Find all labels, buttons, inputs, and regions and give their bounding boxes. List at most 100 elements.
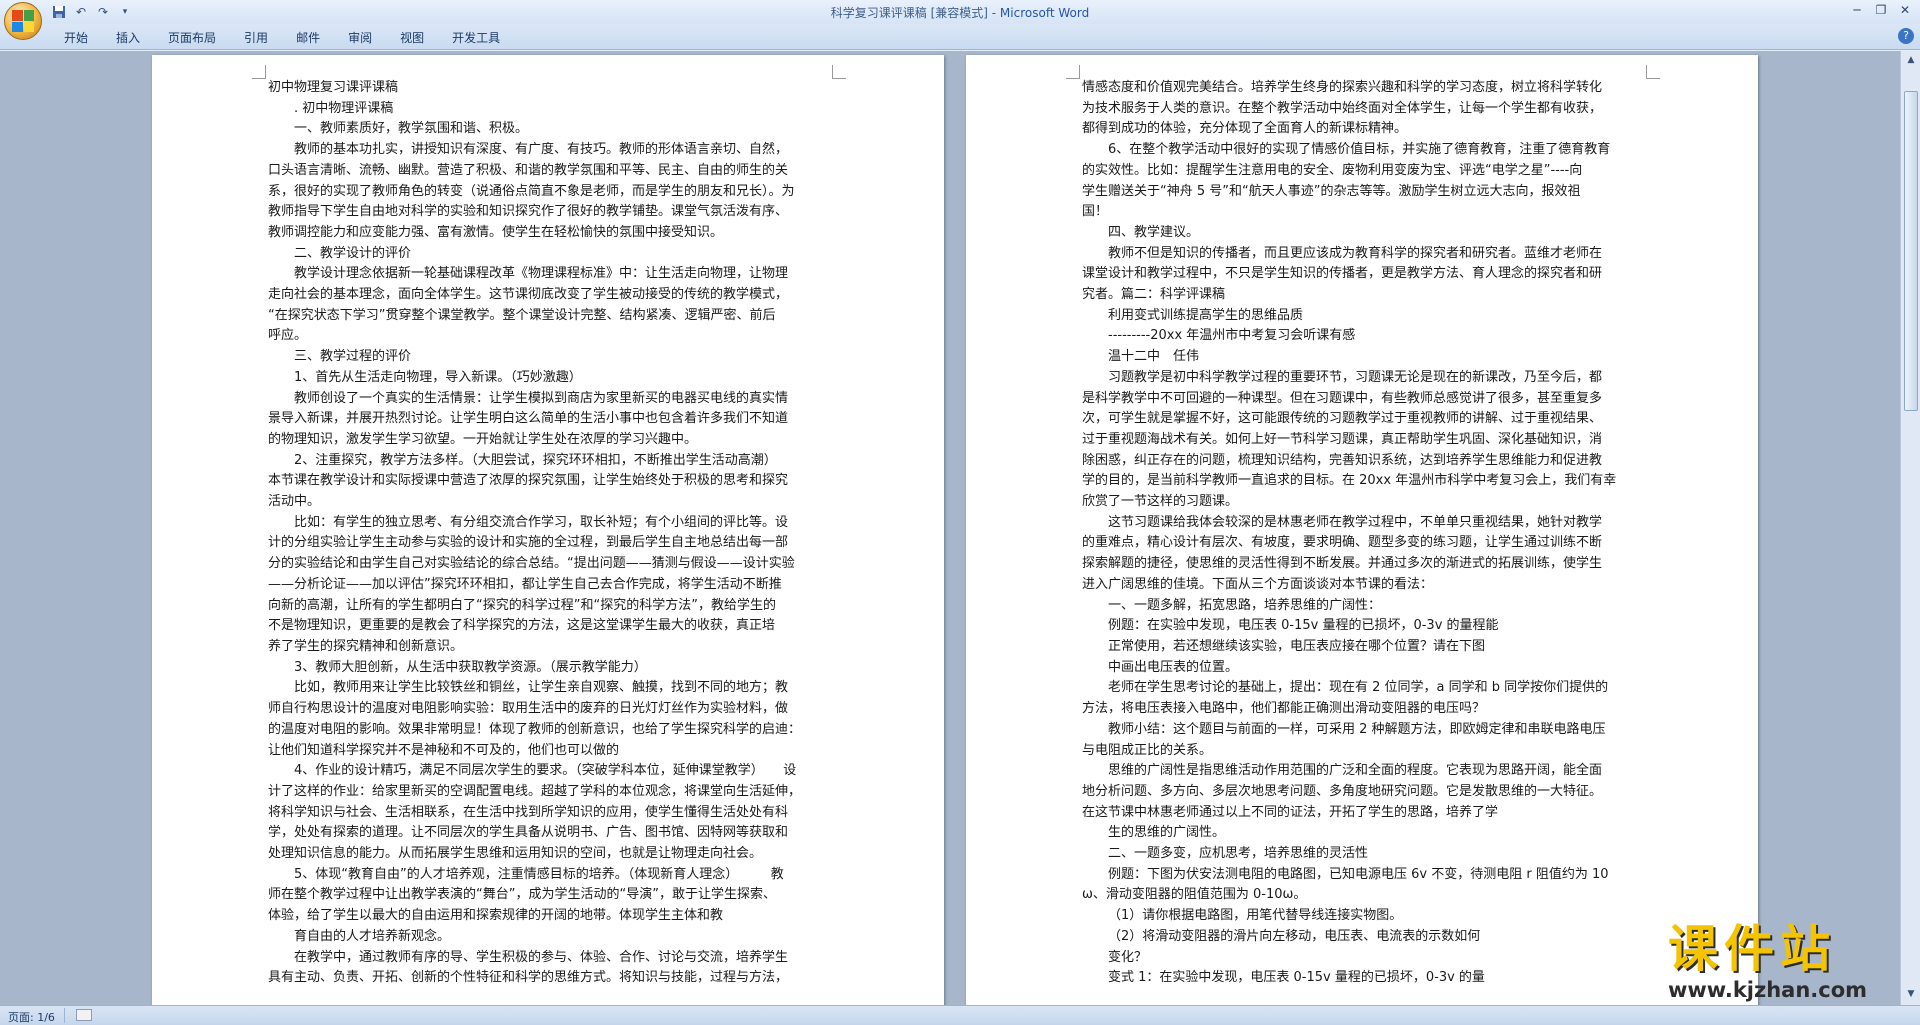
text-line[interactable]: 分的实验结论和由学生自己对实验结论的综合总结。“提出问题——猜测与假设——设计实…	[268, 554, 830, 575]
text-line[interactable]: 一、一题多解，拓宽思路，培养思维的广阔性：	[1082, 596, 1644, 617]
page-text[interactable]: 初中物理复习课评课稿. 初中物理评课稿 一、教师素质好，教学氛围和谐、积极。 教师的…	[268, 78, 830, 989]
text-line[interactable]: 的物理知识，激发学生学习欲望。一开始就让学生处在浓厚的学习兴趣中。	[268, 430, 830, 451]
text-line[interactable]: 3、教师大胆创新，从生活中获取教学资源。（展示教学能力）	[268, 658, 830, 679]
text-line[interactable]: 师在整个教学过程中让出教学表演的“舞台”，成为学生活动的“导演”，敢于让学生探索…	[268, 885, 830, 906]
text-line[interactable]: 比如，教师用来让学生比较铁丝和铜丝，让学生亲自观察、触摸，找到不同的地方；教	[268, 678, 830, 699]
text-line[interactable]: 学，处处有探索的道理。让不同层次的学生具备从说明书、广告、图书馆、因特网等获取和	[268, 823, 830, 844]
text-line[interactable]: 本节课在教学设计和实际授课中营造了浓厚的探究氛围，让学生始终处于积极的思考和探究	[268, 471, 830, 492]
text-line[interactable]: 生的思维的广阔性。	[1082, 823, 1644, 844]
text-line[interactable]: 呼应。	[268, 326, 830, 347]
text-line[interactable]: 教师的基本功扎实，讲授知识有深度、有广度、有技巧。教师的形体语言亲切、自然，	[268, 140, 830, 161]
text-line[interactable]: 都得到成功的体验，充分体现了全面育人的新课标精神。	[1082, 119, 1644, 140]
text-line[interactable]: 例题：下图为伏安法测电阻的电路图，已知电源电压 6v 不变，待测电阻 r 阻值约…	[1082, 865, 1644, 886]
text-line[interactable]: 学的目的，是当前科学教师一直追求的目标。在 20xx 年温州市科学中考复习会上，…	[1082, 471, 1644, 492]
ribbon-tab[interactable]: 审阅	[334, 29, 386, 46]
text-line[interactable]: 育自由的人才培养新观念。	[268, 927, 830, 948]
ribbon-tab[interactable]: 邮件	[282, 29, 334, 46]
text-line[interactable]: 正常使用，若还想继续该实验，电压表应接在哪个位置？请在下图	[1082, 637, 1644, 658]
proofing-icon[interactable]	[76, 1009, 92, 1021]
text-line[interactable]: 景导入新课，并展开热烈讨论。让学生明白这么简单的生活小事中也包含着许多我们不知道	[268, 409, 830, 430]
text-line[interactable]: 习题教学是初中科学教学过程的重要环节，习题课无论是现在的新课改，乃至今后，都	[1082, 368, 1644, 389]
text-line[interactable]: 方法，将电压表接入电路中，他们都能正确测出滑动变阻器的电压吗？	[1082, 699, 1644, 720]
text-line[interactable]: 教学设计理念依据新一轮基础课程改革《物理课程标准》中：让生活走向物理，让物理	[268, 264, 830, 285]
text-line[interactable]: 老师在学生思考讨论的基础上，提出：现在有 2 位同学，a 同学和 b 同学按你们…	[1082, 678, 1644, 699]
text-line[interactable]: 让他们知道科学探究并不是神秘和不可及的，他们也可以做的	[268, 741, 830, 762]
text-line[interactable]: 除困惑，纠正存在的问题，梳理知识结构，完善知识系统，达到培养学生思维能力和促进教	[1082, 451, 1644, 472]
text-line[interactable]: 2、注重探究，教学方法多样。（大胆尝试，探究环环相扣，不断推出学生活动高潮）	[268, 451, 830, 472]
text-line[interactable]: ——分析论证——加以评估”探究环环相扣，都让学生自己去合作完成，将学生活动不断推	[268, 575, 830, 596]
text-line[interactable]: 初中物理复习课评课稿	[268, 78, 830, 99]
text-line[interactable]: 4、作业的设计精巧，满足不同层次学生的要求。（突破学科本位，延伸课堂教学） 设	[268, 761, 830, 782]
text-line[interactable]: 情感态度和价值观完美结合。培养学生终身的探索兴趣和科学的学习态度，树立将科学转化	[1082, 78, 1644, 99]
text-line[interactable]: （1）请你根据电路图，用笔代替导线连接实物图。	[1082, 906, 1644, 927]
text-line[interactable]: 探索解题的捷径，使思维的灵活性得到不断发展。并通过多次的渐进式的拓展训练，使学生	[1082, 554, 1644, 575]
ribbon-tab[interactable]: 引用	[230, 29, 282, 46]
text-line[interactable]: 中画出电压表的位置。	[1082, 658, 1644, 679]
vertical-scrollbar[interactable]: ▲ ▼	[1900, 51, 1920, 1005]
document-workspace[interactable]: 初中物理复习课评课稿. 初中物理评课稿 一、教师素质好，教学氛围和谐、积极。 教师的…	[0, 51, 1900, 1005]
text-line[interactable]: “在探究状态下学习”贯穿整个课堂教学。整个课堂设计完整、结构紧凑、逻辑严密、前后	[268, 306, 830, 327]
ribbon-tab[interactable]: 插入	[102, 29, 154, 46]
text-line[interactable]: 的重难点，精心设计有层次、有坡度，要求明确、题型多变的练习题，让学生通过训练不断	[1082, 533, 1644, 554]
text-line[interactable]: 教师不但是知识的传播者，而且更应该成为教育科学的探究者和研究者。蓝维才老师在	[1082, 244, 1644, 265]
text-line[interactable]: 温十二中 任伟	[1082, 347, 1644, 368]
text-line[interactable]: 处理知识信息的能力。从而拓展学生思维和运用知识的空间，也就是让物理走向社会。	[268, 844, 830, 865]
text-line[interactable]: 为技术服务于人类的意识。在整个教学活动中始终面对全体学生，让每一个学生都有收获，	[1082, 99, 1644, 120]
text-line[interactable]: . 初中物理评课稿	[268, 99, 830, 120]
text-line[interactable]: 这节习题课给我体会较深的是林惠老师在教学过程中，不单单只重视结果，她针对教学	[1082, 513, 1644, 534]
text-line[interactable]: 比如：有学生的独立思考、有分组交流合作学习，取长补短；有个小组间的评比等。设	[268, 513, 830, 534]
text-line[interactable]: 6、在整个教学活动中很好的实现了情感价值目标，并实施了德育教育，注重了德育教育	[1082, 140, 1644, 161]
ribbon-tab[interactable]: 页面布局	[154, 29, 230, 46]
text-line[interactable]: 的温度对电阻的影响。效果非常明显！体现了教师的创新意识，也给了学生探究科学的启迪…	[268, 720, 830, 741]
document-page[interactable]: 初中物理复习课评课稿. 初中物理评课稿 一、教师素质好，教学氛围和谐、积极。 教师的…	[152, 55, 944, 1005]
text-line[interactable]: ---------20xx 年温州市中考复习会听课有感	[1082, 326, 1644, 347]
text-line[interactable]: 不是物理知识，更重要的是教会了科学探究的方法，这是这堂课学生最大的收获，真正培	[268, 616, 830, 637]
text-line[interactable]: 与电阻成正比的关系。	[1082, 741, 1644, 762]
text-line[interactable]: 次，可学生就是掌握不好，这可能跟传统的习题教学过于重视教师的讲解、过于重视结果、	[1082, 409, 1644, 430]
text-line[interactable]: 例题：在实验中发现，电压表 0-15v 量程的已损坏，0-3v 的量程能	[1082, 616, 1644, 637]
text-line[interactable]: 究者。篇二：科学评课稿	[1082, 285, 1644, 306]
text-line[interactable]: 具有主动、负责、开拓、创新的个性特征和科学的思维方式。将知识与技能，过程与方法，	[268, 968, 830, 989]
text-line[interactable]: 养了学生的探究精神和创新意识。	[268, 637, 830, 658]
text-line[interactable]: 计的分组实验让学生主动参与实验的设计和实施的全过程，到最后学生自主地总结出每一部	[268, 533, 830, 554]
ribbon-tab[interactable]: 开始	[50, 29, 102, 46]
text-line[interactable]: 活动中。	[268, 492, 830, 513]
text-line[interactable]: 课堂设计和教学过程中，不只是学生知识的传播者，更是教学方法、育人理念的探究者和研	[1082, 264, 1644, 285]
text-line[interactable]: 变化？	[1082, 948, 1644, 969]
close-icon[interactable]: ✕	[1894, 1, 1916, 19]
text-line[interactable]: 口头语言清晰、流畅、幽默。营造了积极、和谐的教学氛围和平等、民主、自由的师生的关	[268, 161, 830, 182]
text-line[interactable]: 国！	[1082, 202, 1644, 223]
text-line[interactable]: 教师调控能力和应变能力强、富有激情。使学生在轻松愉快的氛围中接受知识。	[268, 223, 830, 244]
text-line[interactable]: 1、首先从生活走向物理，导入新课。（巧妙激趣）	[268, 368, 830, 389]
page-indicator[interactable]: 页面: 1/6	[8, 1009, 55, 1025]
text-line[interactable]: 二、教学设计的评价	[268, 244, 830, 265]
text-line[interactable]: 过于重视题海战术有关。如何上好一节科学习题课，真正帮助学生巩固、深化基础知识，消	[1082, 430, 1644, 451]
text-line[interactable]: 思维的广阔性是指思维活动作用范围的广泛和全面的程度。它表现为思路开阔，能全面	[1082, 761, 1644, 782]
text-line[interactable]: ω、滑动变阻器的阻值范围为 0-10ω。	[1082, 885, 1644, 906]
document-page[interactable]: 情感态度和价值观完美结合。培养学生终身的探索兴趣和科学的学习态度，树立将科学转化…	[966, 55, 1758, 1005]
text-line[interactable]: 向新的高潮，让所有的学生都明白了“探究的科学过程”和“探究的科学方法”，教给学生…	[268, 596, 830, 617]
text-line[interactable]: 进入广阔思维的佳境。下面从三个方面谈谈对本节课的看法：	[1082, 575, 1644, 596]
ribbon-tab[interactable]: 视图	[386, 29, 438, 46]
scrollbar-thumb[interactable]	[1904, 91, 1918, 411]
text-line[interactable]: 体验，给了学生以最大的自由运用和探索规律的开阔的地带。体现学生主体和教	[268, 906, 830, 927]
text-line[interactable]: 将科学知识与社会、生活相联系，在生活中找到所学知识的应用，使学生懂得生活处处有科	[268, 803, 830, 824]
minimize-icon[interactable]: ─	[1846, 1, 1868, 19]
text-line[interactable]: 5、体现“教育自由”的人才培养观，注重情感目标的培养。（体现新育人理念） 教	[268, 865, 830, 886]
text-line[interactable]: 四、教学建议。	[1082, 223, 1644, 244]
text-line[interactable]: 教师创设了一个真实的生活情景：让学生模拟到商店为家里新买的电器买电线的真实情	[268, 389, 830, 410]
text-line[interactable]: 一、教师素质好，教学氛围和谐、积极。	[268, 119, 830, 140]
text-line[interactable]: 走向社会的基本理念，面向全体学生。这节课彻底改变了学生被动接受的传统的教学模式，	[268, 285, 830, 306]
text-line[interactable]: 利用变式训练提高学生的思维品质	[1082, 306, 1644, 327]
text-line[interactable]: 三、教学过程的评价	[268, 347, 830, 368]
scroll-up-icon[interactable]: ▲	[1904, 53, 1918, 67]
text-line[interactable]: （2）将滑动变阻器的滑片向左移动，电压表、电流表的示数如何	[1082, 927, 1644, 948]
text-line[interactable]: 欣赏了一节这样的习题课。	[1082, 492, 1644, 513]
text-line[interactable]: 计了这样的作业：给家里新买的空调配置电线。超越了学科的本位观念，将课堂向生活延伸…	[268, 782, 830, 803]
text-line[interactable]: 是科学教学中不可回避的一种课型。但在习题课中，有些教师总感觉讲了很多，甚至重复多	[1082, 389, 1644, 410]
text-line[interactable]: 变式 1：在实验中发现，电压表 0-15v 量程的已损坏，0-3v 的量	[1082, 968, 1644, 989]
text-line[interactable]: 在教学中，通过教师有序的导、学生积极的参与、体验、合作、讨论与交流，培养学生	[268, 948, 830, 969]
text-line[interactable]: 二、一题多变，应机思考，培养思维的灵活性	[1082, 844, 1644, 865]
ribbon-tab[interactable]: 开发工具	[438, 29, 514, 46]
text-line[interactable]: 教师指导下学生自由地对科学的实验和知识探究作了很好的教学铺垫。课堂气氛活泼有序、	[268, 202, 830, 223]
